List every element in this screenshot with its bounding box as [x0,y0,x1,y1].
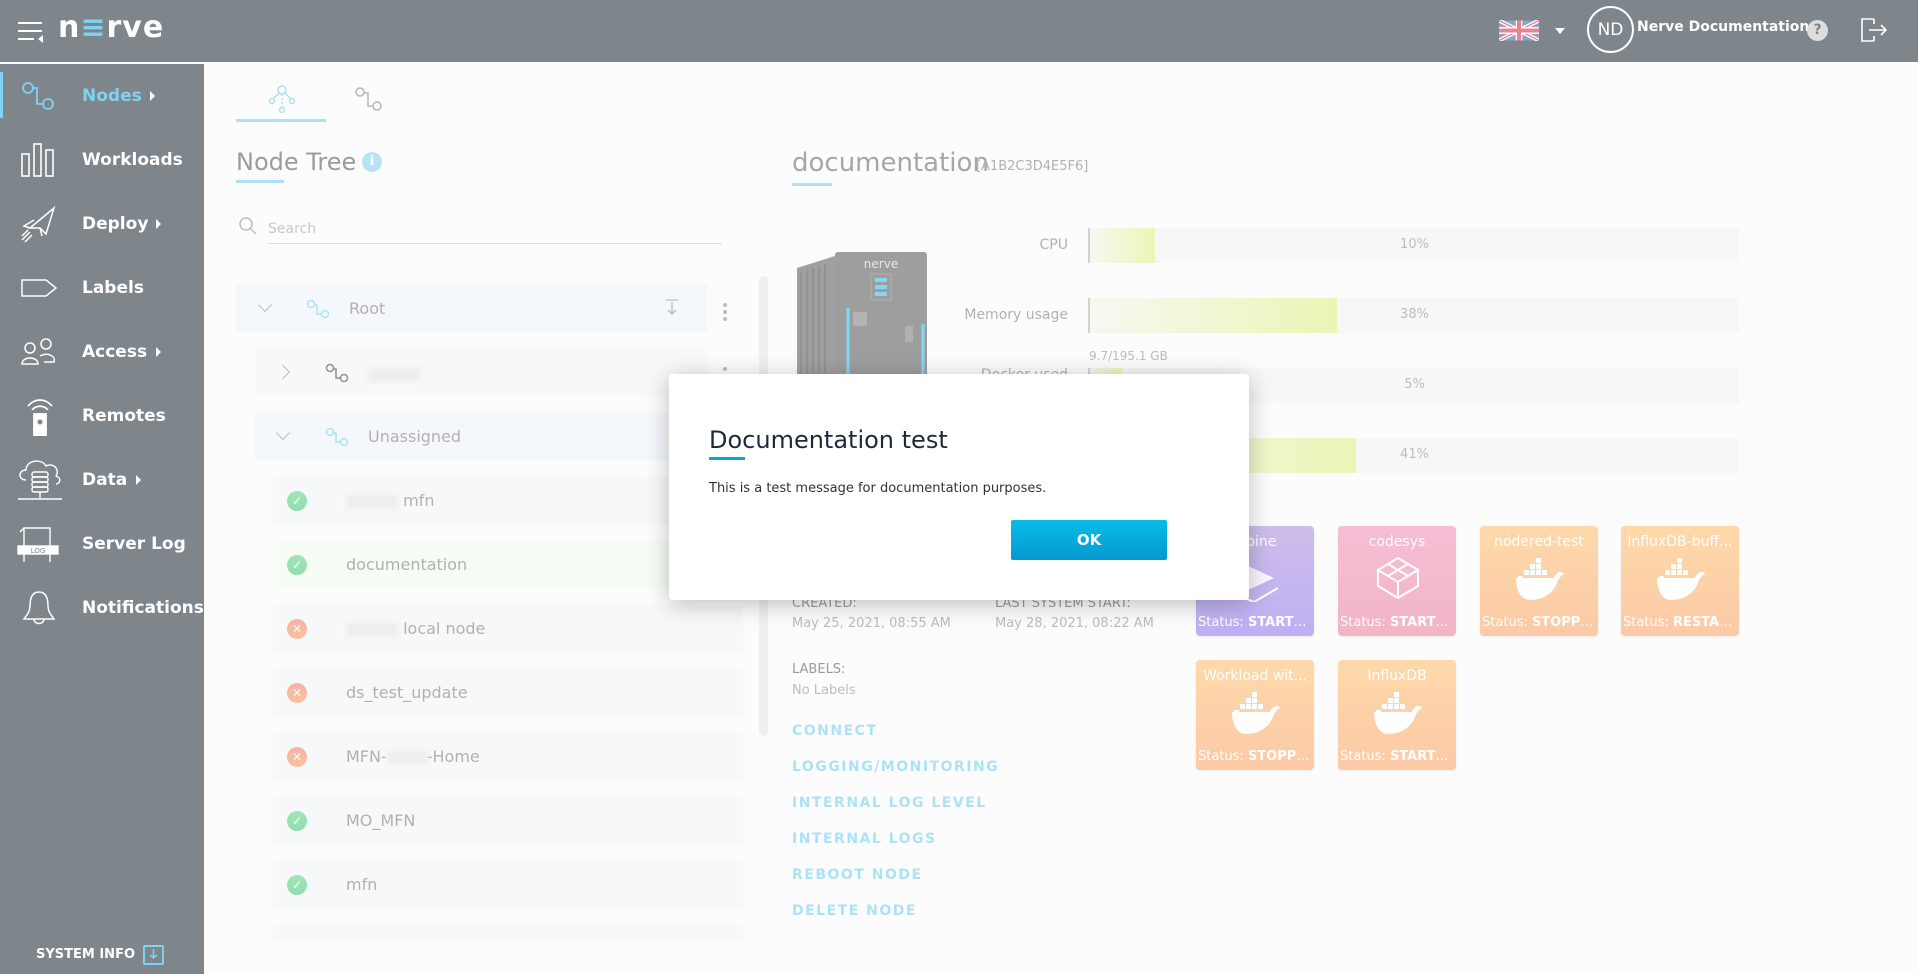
user-name[interactable]: Nerve Documentation [1637,19,1809,35]
language-dropdown-caret[interactable] [1555,28,1565,34]
submenu-arrow-icon [136,475,141,485]
sidebar-item-label: Data [82,470,128,490]
sidebar-item-label: Server Log [82,534,186,554]
sidebar-item-access[interactable]: Access [0,324,204,380]
sidebar-item-deploy[interactable]: Deploy [0,196,204,252]
download-icon[interactable] [143,945,164,965]
submenu-arrow-icon [156,347,161,357]
sidebar-item-nodes[interactable]: Nodes [0,68,204,124]
nodes-icon [22,82,54,110]
svg-text:LOG: LOG [31,547,46,555]
sidebar-item-label: Deploy [82,214,149,234]
sidebar-item-data[interactable]: Data [0,452,204,508]
ok-button[interactable]: OK [1011,520,1167,560]
nerve-logo: n≡rve [58,10,165,45]
users-icon [21,338,56,365]
menu-toggle-icon[interactable] [18,20,44,43]
remote-icon [27,399,53,436]
top-header: n≡rve ND Nerve Documentation ? [0,0,1918,62]
sidebar-item-label: Access [82,342,148,362]
user-avatar[interactable]: ND [1587,6,1634,53]
sidebar-item-remotes[interactable]: Remotes [0,388,204,444]
avatar-initials: ND [1597,19,1624,40]
dialog-message: This is a test message for documentation… [709,481,1047,496]
workloads-icon [21,143,54,177]
sidebar-item-label: Remotes [82,406,166,426]
sidebar: Nodes Workloads Deploy Labels Access Rem… [0,62,204,974]
title-underline [709,457,745,460]
dialog-title: Documentation test [709,426,948,454]
uk-flag-icon[interactable] [1499,20,1539,41]
submenu-arrow-icon [150,91,155,101]
log-file-icon: LOG [17,527,59,562]
sidebar-item-workloads[interactable]: Workloads [0,132,204,188]
sidebar-item-label: Workloads [82,150,183,170]
sidebar-item-label: Labels [82,278,144,298]
bell-icon [22,591,56,625]
rocket-icon [21,205,56,243]
sidebar-item-label: Notifications [82,598,204,618]
sidebar-item-server-log[interactable]: LOG Server Log [0,516,204,572]
label-tag-icon [21,279,58,297]
cloud-database-icon [18,460,62,500]
logout-icon[interactable] [1858,15,1888,45]
message-dialog: Documentation test This is a test messag… [669,374,1249,600]
sidebar-item-label: Nodes [82,86,142,106]
help-icon[interactable]: ? [1807,20,1828,41]
sidebar-item-labels[interactable]: Labels [0,260,204,316]
system-info-link[interactable]: SYSTEM INFO [36,947,135,962]
sidebar-item-notifications[interactable]: Notifications [0,580,204,636]
submenu-arrow-icon [156,219,161,229]
